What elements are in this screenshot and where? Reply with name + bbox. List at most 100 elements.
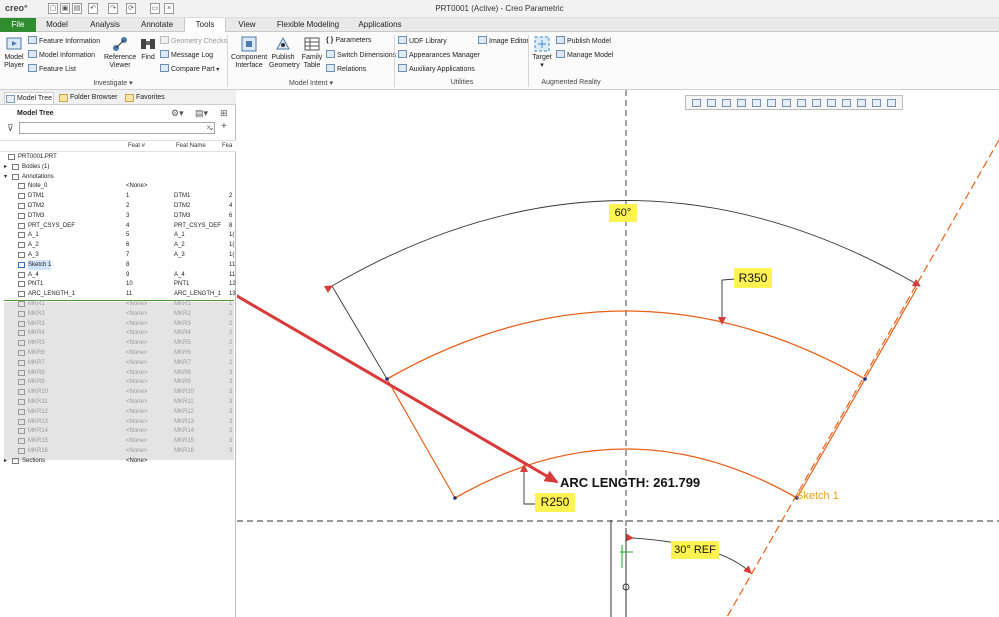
tab-analysis[interactable]: Analysis bbox=[82, 18, 128, 32]
collapse-arrow-icon[interactable]: ▾ bbox=[4, 172, 7, 182]
model-player-button[interactable]: Model Player bbox=[3, 35, 25, 70]
zoom-in-icon[interactable] bbox=[707, 99, 716, 107]
find-button[interactable]: Find bbox=[138, 35, 158, 62]
column-feat-name[interactable]: Feat Name bbox=[176, 143, 206, 149]
dim-ref-angle-30[interactable]: 30° REF bbox=[671, 541, 719, 559]
tree-row[interactable]: A_4 9 A_4 11 bbox=[0, 270, 236, 280]
display-style-icon[interactable] bbox=[767, 99, 776, 107]
tab-folder-browser[interactable]: Folder Browser bbox=[58, 92, 120, 104]
tree-row[interactable]: ▸ Sections <None> bbox=[0, 456, 236, 466]
sketch-vertex[interactable] bbox=[453, 496, 457, 500]
datum-display-icon[interactable] bbox=[827, 99, 836, 107]
graphics-window[interactable]: Sketch 1 60° R350 R250 30° REF ARC LENGT… bbox=[237, 90, 999, 617]
publish-model-button[interactable]: Publish Model bbox=[556, 36, 611, 46]
column-feat-num[interactable]: Feat # bbox=[128, 143, 145, 149]
auxiliary-applications-button[interactable]: Auxiliary Applications bbox=[398, 64, 475, 74]
tree-row[interactable]: Sketch 1 8 11 bbox=[0, 259, 236, 270]
tree-row[interactable]: DTM1 1 DTM1 2 bbox=[0, 191, 236, 201]
expand-arrow-icon[interactable]: ▸ bbox=[4, 456, 7, 466]
sketch-vertex[interactable] bbox=[863, 377, 867, 381]
model-information-button[interactable]: Model Information bbox=[28, 50, 95, 60]
compare-part-button[interactable]: Compare Part ▾ bbox=[160, 64, 219, 75]
settings-icon[interactable]: ▤▾ bbox=[195, 108, 208, 119]
tree-row[interactable]: A_3 7 A_3 1( bbox=[0, 250, 236, 260]
arc-length-annotation[interactable]: ARC LENGTH: 261.799 bbox=[560, 475, 700, 490]
parameters-button[interactable]: { } Parameters bbox=[326, 36, 372, 45]
reference-viewer-button[interactable]: Reference Viewer bbox=[104, 35, 136, 70]
tree-row[interactable]: MKR13 <None> MKR13 3 bbox=[0, 417, 236, 427]
geometry-checks-button[interactable]: Geometry Checks bbox=[160, 36, 227, 46]
filter-icon[interactable]: ⊽ bbox=[7, 123, 14, 134]
add-icon[interactable]: + bbox=[221, 121, 227, 132]
expand-arrow-icon[interactable]: ▸ bbox=[4, 162, 7, 172]
tree-row[interactable]: MKR7 <None> MKR7 2 bbox=[0, 358, 236, 368]
dim-radius-250[interactable]: R250 bbox=[535, 493, 575, 512]
sketch-name-label[interactable]: Sketch 1 bbox=[796, 490, 839, 502]
image-editor-button[interactable]: Image Editor bbox=[478, 36, 529, 46]
saved-views-icon[interactable] bbox=[782, 99, 791, 107]
message-log-button[interactable]: Message Log bbox=[160, 50, 213, 60]
search-input[interactable]: × bbox=[19, 122, 215, 134]
feature-list-button[interactable]: Feature List bbox=[28, 64, 76, 74]
tree-row[interactable]: MKR1 <None> MKR1 1 bbox=[0, 299, 236, 309]
tree-row[interactable]: DTM2 2 DTM2 4 bbox=[0, 201, 236, 211]
tree-row[interactable]: PRT_CSYS_DEF 4 PRT_CSYS_DEF 8 bbox=[0, 221, 236, 231]
sketch-right-edge[interactable] bbox=[796, 287, 918, 499]
tree-row[interactable]: ▸ Bodies (1) bbox=[0, 162, 236, 172]
dim-radius-350[interactable]: R350 bbox=[734, 268, 772, 288]
sketch-left-edge[interactable] bbox=[386, 378, 456, 499]
appearances-manager-button[interactable]: Appearances Manager bbox=[398, 50, 480, 60]
switch-dimensions-button[interactable]: Switch Dimensions bbox=[326, 50, 396, 60]
tab-view[interactable]: View bbox=[230, 18, 264, 32]
tab-model[interactable]: Model bbox=[38, 18, 76, 32]
tree-row[interactable]: MKR8 <None> MKR8 3 bbox=[0, 368, 236, 378]
tree-row[interactable]: ARC_LENGTH_1 11 ARC_LENGTH_1 13 bbox=[0, 289, 236, 299]
column-fea[interactable]: Fea bbox=[222, 143, 232, 149]
annotation-display-icon[interactable] bbox=[857, 99, 866, 107]
perspective-icon[interactable] bbox=[752, 99, 761, 107]
repaint-icon[interactable] bbox=[737, 99, 746, 107]
tree-row[interactable]: MKR12 <None> MKR12 3 bbox=[0, 407, 236, 417]
tab-tools[interactable]: Tools bbox=[184, 18, 226, 33]
tree-row[interactable]: PNT1 10 PNT1 12 bbox=[0, 279, 236, 289]
tree-row[interactable]: MKR5 <None> MKR5 2 bbox=[0, 338, 236, 348]
tab-annotate[interactable]: Annotate bbox=[134, 18, 180, 32]
model-intent-group-label[interactable]: Model Intent ▾ bbox=[228, 79, 394, 87]
tree-row[interactable]: MKR6 <None> MKR6 2 bbox=[0, 348, 236, 358]
publish-geometry-button[interactable]: Publish Geometry bbox=[269, 35, 300, 70]
tree-row[interactable]: DTM3 3 DTM3 6 bbox=[0, 211, 236, 221]
appearance-icon[interactable] bbox=[887, 99, 896, 107]
udf-library-button[interactable]: UDF Library bbox=[398, 36, 447, 46]
tree-row[interactable]: MKR16 <None> MKR16 3 bbox=[0, 446, 236, 456]
tree-row[interactable]: MKR2 <None> MKR2 2 bbox=[0, 309, 236, 319]
dim-angle-60[interactable]: 60° bbox=[609, 204, 637, 222]
tab-favorites[interactable]: Favorites bbox=[124, 92, 172, 104]
tree-row[interactable]: ▾ Annotations bbox=[0, 172, 236, 182]
tree-row[interactable]: A_1 5 A_1 1( bbox=[0, 230, 236, 240]
feature-information-button[interactable]: Feature Information bbox=[28, 36, 100, 46]
tree-filters-icon[interactable]: ⚙▾ bbox=[171, 108, 184, 119]
tree-row[interactable]: MKR15 <None> MKR15 3 bbox=[0, 436, 236, 446]
section-icon[interactable] bbox=[812, 99, 821, 107]
view-manager-icon[interactable] bbox=[797, 99, 806, 107]
tree-row[interactable]: Note_0 <None> bbox=[0, 181, 236, 191]
manage-model-button[interactable]: Manage Model bbox=[556, 50, 613, 60]
tree-row[interactable]: MKR3 <None> MKR3 2 bbox=[0, 319, 236, 329]
sketch-vertex[interactable] bbox=[385, 377, 389, 381]
tree-row[interactable]: PRT0001.PRT bbox=[0, 152, 236, 162]
relations-button[interactable]: Relations bbox=[326, 64, 366, 74]
family-table-button[interactable]: Family Table bbox=[300, 35, 324, 70]
tree-row[interactable]: MKR11 <None> MKR11 3 bbox=[0, 397, 236, 407]
tab-flexible-modeling[interactable]: Flexible Modeling bbox=[270, 18, 346, 32]
target-button[interactable]: Target ▾ bbox=[531, 35, 553, 70]
refit-icon[interactable] bbox=[692, 99, 701, 107]
tree-row[interactable]: MKR10 <None> MKR10 3 bbox=[0, 387, 236, 397]
component-interface-button[interactable]: Component Interface bbox=[231, 35, 267, 70]
columns-icon[interactable]: ⊞ bbox=[220, 108, 228, 119]
tab-applications[interactable]: Applications bbox=[352, 18, 408, 32]
tab-file[interactable]: File bbox=[0, 18, 36, 32]
search-dropdown-icon[interactable]: ⌄ bbox=[208, 123, 215, 132]
tree-row[interactable]: MKR4 <None> MKR4 2 bbox=[0, 328, 236, 338]
zoom-out-icon[interactable] bbox=[722, 99, 731, 107]
tree-row[interactable]: A_2 6 A_2 1( bbox=[0, 240, 236, 250]
